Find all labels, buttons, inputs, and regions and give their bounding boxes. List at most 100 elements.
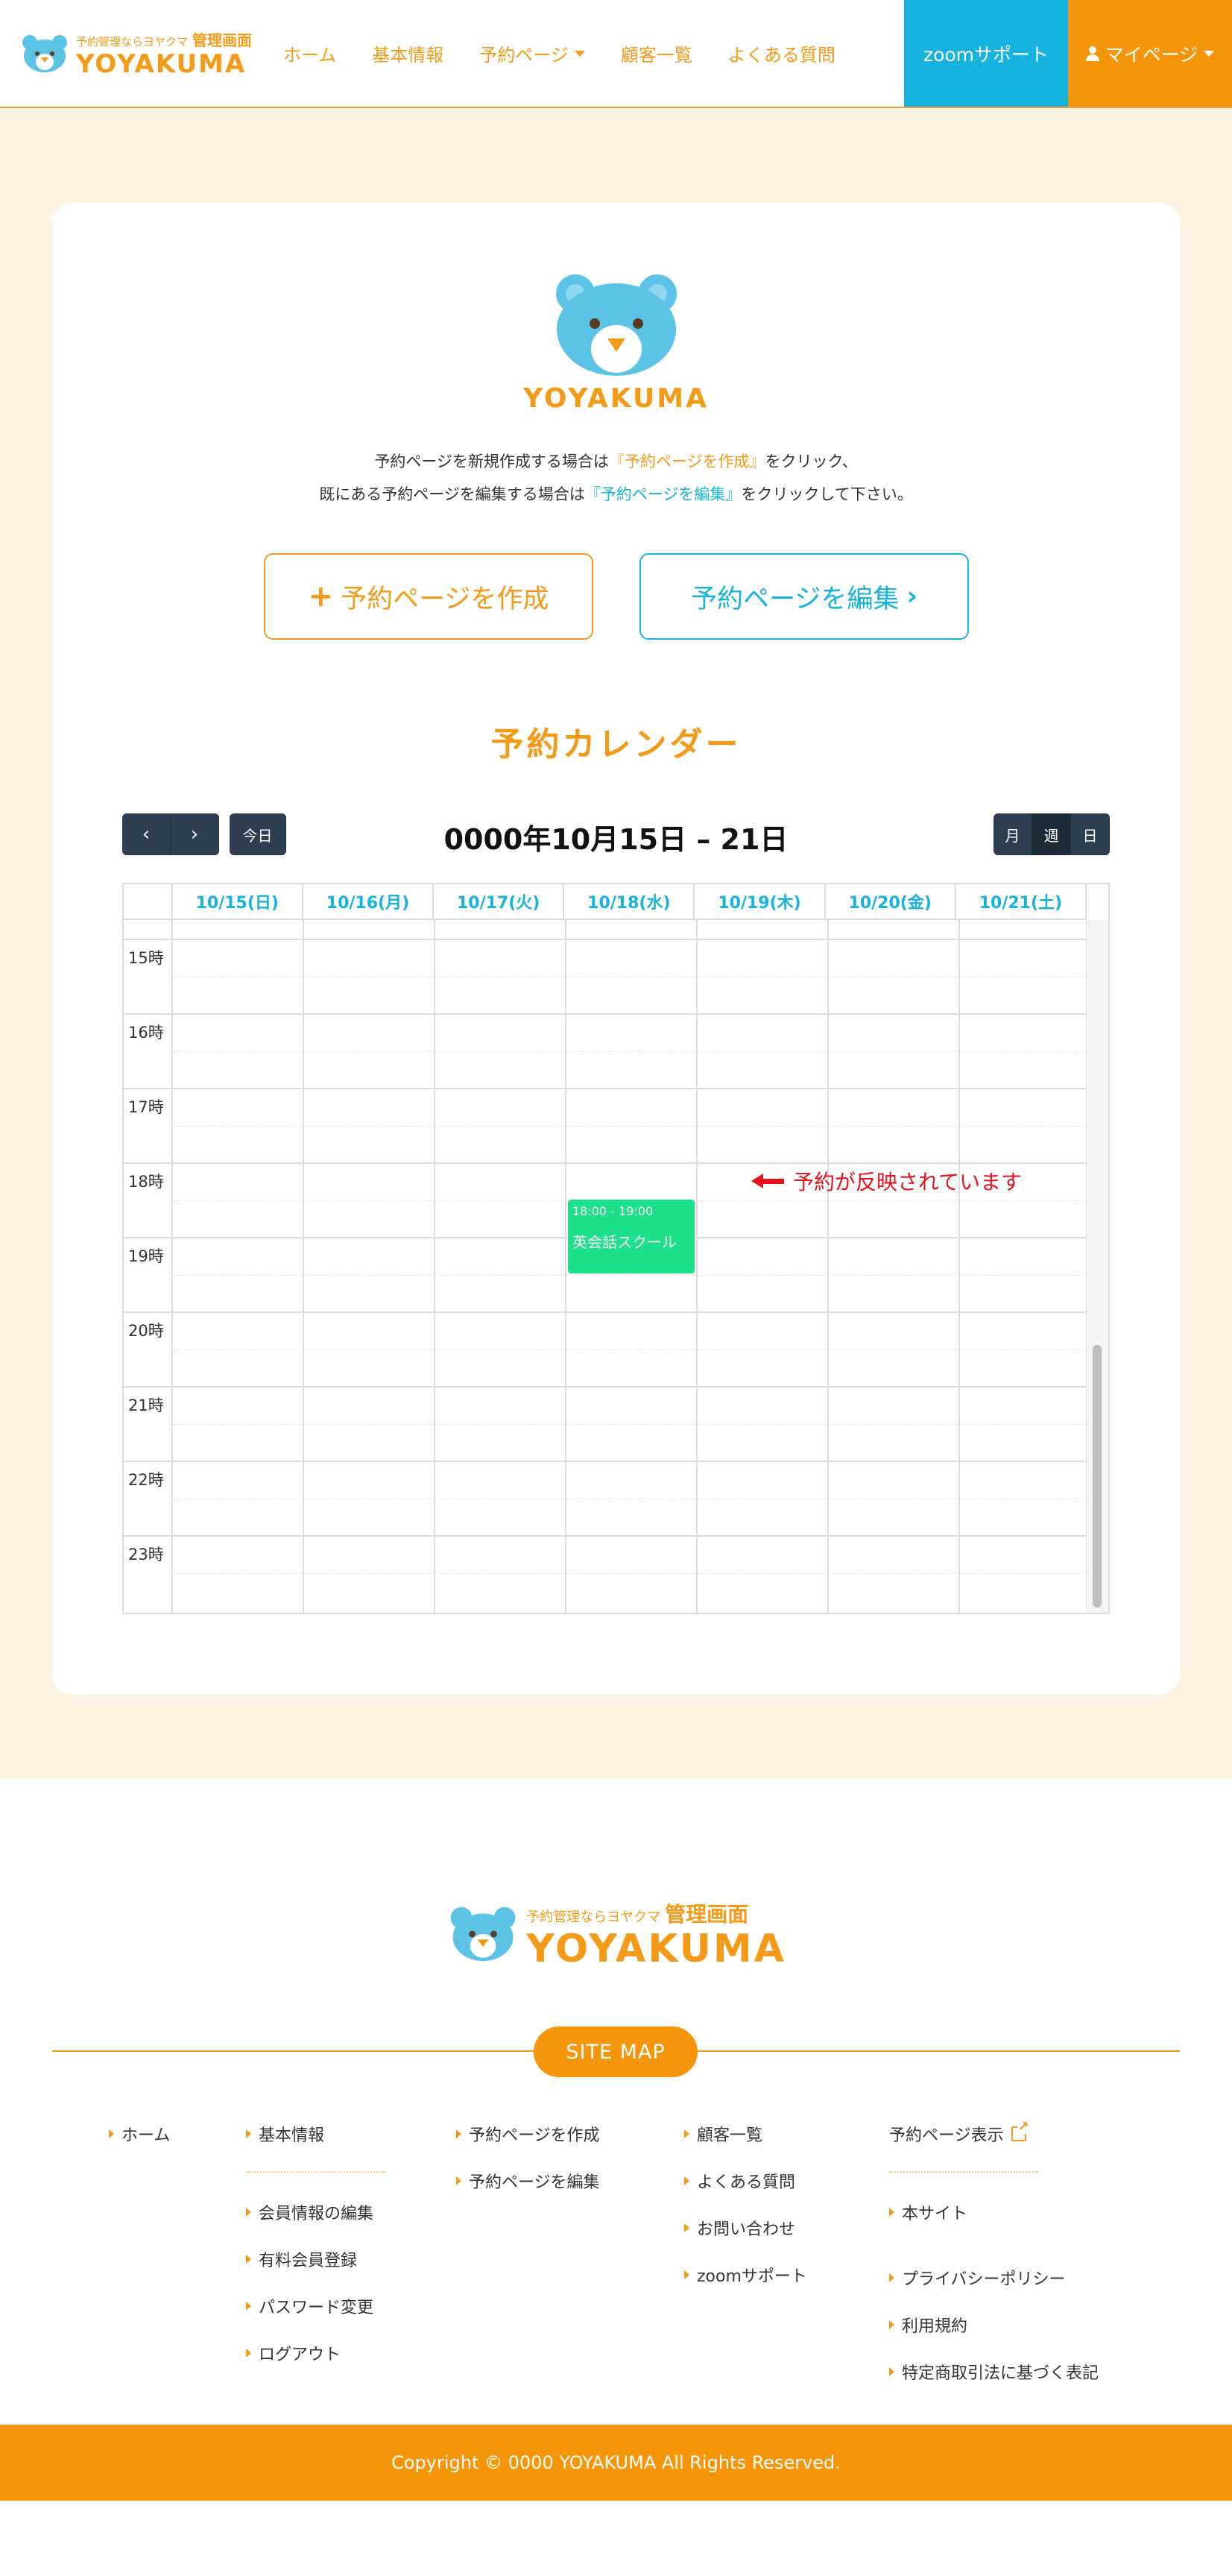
footer-link-home[interactable]: ホーム	[109, 2122, 170, 2146]
calendar-event[interactable]: 18:00 - 19:00 英会話スクール	[568, 1200, 695, 1273]
column-divider	[171, 920, 173, 1613]
external-link-icon	[1011, 2120, 1029, 2141]
footer-link-label: 特定商取引法に基づく表記	[902, 2364, 1099, 2383]
day-header[interactable]: 10/20(金)	[826, 884, 956, 919]
hour-row: 21時	[124, 1386, 1087, 1461]
footer-link-label: 予約ページを編集	[469, 2173, 600, 2192]
chevron-down-icon	[1204, 50, 1215, 57]
footer-link-view-page[interactable]: 予約ページ表示	[889, 2120, 1029, 2146]
edit-page-button[interactable]: 予約ページを編集 ›	[639, 553, 969, 640]
copyright-bar: Copyright © 0000 YOYAKUMA All Rights Res…	[0, 2425, 1232, 2501]
day-header[interactable]: 10/16(月)	[303, 884, 435, 919]
triangle-right-icon	[889, 2208, 894, 2217]
column-divider	[958, 920, 960, 1613]
day-header[interactable]: 10/18(水)	[564, 884, 695, 919]
user-icon	[1085, 45, 1099, 61]
day-header[interactable]: 10/19(木)	[695, 884, 826, 919]
prev-week-button[interactable]: ‹	[122, 813, 171, 855]
hour-label: 15時	[128, 949, 164, 967]
footer-link-privacy[interactable]: プライバシーポリシー	[889, 2266, 1066, 2290]
event-time: 18:00 - 19:00	[572, 1204, 654, 1218]
column-divider	[696, 920, 698, 1613]
time-grid[interactable]: 15時 16時 17時 18時 19時 20時 21時 22時 23時 18:0…	[124, 920, 1087, 1613]
footer-link-paid-member[interactable]: 有料会員登録	[246, 2247, 357, 2271]
hero-wordmark: YOYAKUMA	[523, 383, 709, 414]
hour-row: 22時	[124, 1461, 1087, 1535]
footer-link-edit-member[interactable]: 会員情報の編集	[246, 2200, 373, 2224]
footer-link-terms[interactable]: 利用規約	[889, 2313, 967, 2337]
triangle-right-icon	[456, 2176, 461, 2185]
footer-link-label: 会員情報の編集	[259, 2205, 374, 2223]
scrollbar-thumb[interactable]	[1093, 1345, 1102, 1607]
footer-link-faq[interactable]: よくある質問	[684, 2169, 795, 2193]
footer-link-edit-page[interactable]: 予約ページを編集	[456, 2169, 600, 2193]
hour-row: 16時	[124, 1013, 1087, 1088]
logo-subtitle: 予約管理ならヨヤクマ 管理画面	[526, 1902, 749, 1927]
site-header: 予約管理ならヨヤクマ 管理画面 YOYAKUMA ホーム 基本情報 予約ページ 顧…	[0, 0, 1232, 108]
footer-link-contact[interactable]: お問い合わせ	[684, 2216, 795, 2240]
day-header[interactable]: 10/21(土)	[956, 884, 1087, 919]
mypage-label: マイページ	[1105, 43, 1198, 66]
footer-link-zoom[interactable]: zoomサポート	[684, 2263, 807, 2287]
create-page-button[interactable]: + 予約ページを作成	[264, 553, 593, 640]
time-gutter-header	[124, 884, 173, 919]
footer-link-label: ホーム	[121, 2126, 171, 2145]
footer-link-password[interactable]: パスワード変更	[246, 2294, 373, 2318]
footer-link-logout[interactable]: ログアウト	[246, 2341, 341, 2365]
footer-link-main-site[interactable]: 本サイト	[889, 2200, 967, 2224]
calendar-toolbar: 0000年10月15日 – 21日 ‹ › 今日 月 週 日	[122, 813, 1110, 856]
logo-wordmark: YOYAKUMA	[76, 49, 247, 79]
nav-home[interactable]: ホーム	[283, 40, 336, 66]
hour-label: 18時	[128, 1173, 164, 1191]
footer-link-label: お問い合わせ	[697, 2220, 796, 2239]
calendar-title: 予約カレンダー	[490, 725, 742, 763]
arrow-left-icon	[751, 1174, 784, 1188]
calendar-scrollbar[interactable]	[1086, 920, 1108, 1613]
triangle-right-icon	[246, 2255, 251, 2264]
day-header[interactable]: 10/17(火)	[434, 884, 565, 919]
mypage-button[interactable]: マイページ	[1068, 0, 1232, 107]
nav-faq[interactable]: よくある質問	[728, 40, 835, 66]
sitemap-badge: SITE MAP	[534, 2027, 698, 2077]
chevron-right-icon: ›	[906, 582, 917, 611]
footer-link-basic-info[interactable]: 基本情報	[246, 2122, 324, 2146]
view-week-button[interactable]: 週	[1032, 813, 1071, 855]
footer-link-label: 予約ページを作成	[469, 2126, 600, 2145]
edit-page-label: 予約ページを編集	[691, 584, 900, 614]
bear-logo-icon	[450, 1906, 516, 1962]
footer-logo[interactable]: 予約管理ならヨヤクマ 管理画面 YOYAKUMA	[0, 1898, 1232, 1970]
footer-link-label: 利用規約	[902, 2317, 968, 2336]
hour-label: 19時	[128, 1247, 164, 1265]
main-background: YOYAKUMA 予約ページを新規作成する場合は『予約ページを作成』をクリック、…	[0, 108, 1232, 1779]
main-nav: ホーム 基本情報 予約ページ 顧客一覧 よくある質問	[283, 40, 871, 66]
annotation: 予約が反映されています	[751, 1166, 1022, 1196]
triangle-right-icon	[889, 2273, 894, 2282]
column-divider	[827, 920, 829, 1613]
column-divider	[303, 920, 304, 1613]
hour-label: 20時	[128, 1322, 164, 1340]
chevron-down-icon	[574, 50, 585, 57]
nav-reservation-page[interactable]: 予約ページ	[479, 40, 585, 66]
bear-hero-logo: YOYAKUMA	[52, 268, 1180, 414]
column-divider	[565, 920, 566, 1613]
today-button[interactable]: 今日	[230, 813, 286, 855]
footer-link-customers[interactable]: 顧客一覧	[684, 2122, 762, 2146]
zoom-support-button[interactable]: zoomサポート	[904, 0, 1068, 107]
triangle-right-icon	[889, 2367, 894, 2376]
week-calendar-grid: 10/15(日) 10/16(月) 10/17(火) 10/18(水) 10/1…	[122, 883, 1110, 1614]
footer-link-tokusho[interactable]: 特定商取引法に基づく表記	[889, 2360, 1099, 2384]
next-week-button[interactable]: ›	[171, 813, 219, 855]
view-day-button[interactable]: 日	[1071, 813, 1110, 855]
nav-customers[interactable]: 顧客一覧	[621, 40, 692, 66]
view-month-button[interactable]: 月	[994, 813, 1032, 855]
footer-separator	[889, 2171, 1038, 2173]
hour-row: 17時	[124, 1088, 1087, 1162]
instr-text: をクリック、	[765, 453, 858, 470]
nav-basic-info[interactable]: 基本情報	[372, 40, 443, 66]
footer-link-create-page[interactable]: 予約ページを作成	[456, 2122, 600, 2146]
logo-wordmark: YOYAKUMA	[526, 1927, 786, 1971]
bear-logo-icon	[555, 274, 677, 376]
footer-link-label: よくある質問	[697, 2173, 796, 2192]
day-header[interactable]: 10/15(日)	[173, 884, 303, 919]
header-logo[interactable]: 予約管理ならヨヤクマ 管理画面 YOYAKUMA	[19, 28, 252, 78]
